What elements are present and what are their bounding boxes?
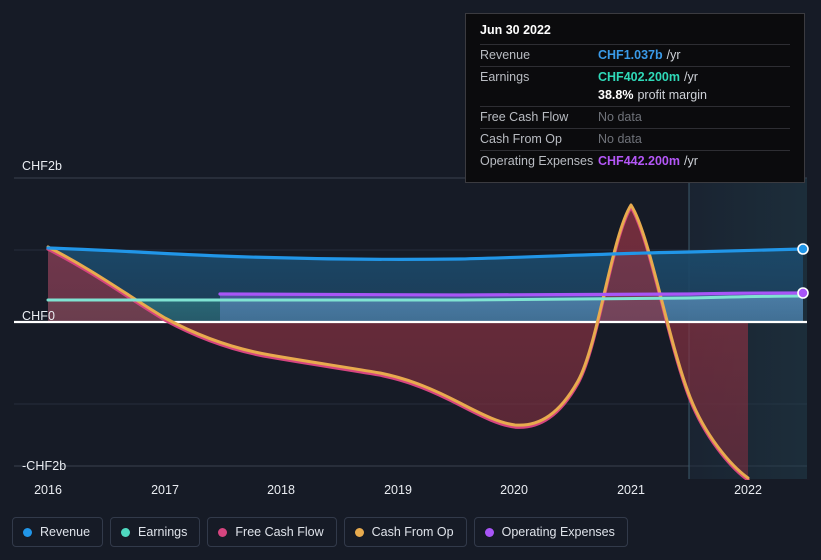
tooltip-label-free-cash-flow: Free Cash Flow	[480, 110, 569, 124]
tooltip-value-earnings: CHF402.200m	[598, 70, 680, 84]
legend-item-earnings[interactable]: Earnings	[110, 517, 201, 547]
x-axis-label-2021: 2021	[617, 483, 645, 497]
x-axis-label-2020: 2020	[500, 483, 528, 497]
x-axis-label-2019: 2019	[384, 483, 412, 497]
tooltip-label-earnings: Earnings	[480, 70, 530, 84]
legend-dot-cash-from-op-icon	[354, 527, 364, 537]
legend-item-operating-expenses[interactable]: Operating Expenses	[473, 517, 628, 547]
legend-item-free-cash-flow[interactable]: Free Cash Flow	[207, 517, 337, 547]
tooltip-row-cash-from-op: Cash From Op No data	[480, 128, 790, 150]
legend-label-revenue: Revenue	[40, 525, 91, 539]
operating-expenses-endpoint-marker[interactable]	[797, 287, 809, 299]
tooltip-unit-earnings: /yr	[684, 70, 698, 84]
legend-dot-operating-expenses-icon	[484, 527, 494, 537]
tooltip-row-profit-margin: 38.8% profit margin	[480, 88, 790, 106]
x-axis-label-2022: 2022	[734, 483, 762, 497]
tooltip-label-cash-from-op: Cash From Op	[480, 132, 562, 146]
legend-item-cash-from-op[interactable]: Cash From Op	[343, 517, 467, 547]
legend-item-revenue[interactable]: Revenue	[12, 517, 104, 547]
tooltip-value-profit-margin: 38.8%	[598, 88, 634, 102]
legend-dot-earnings-icon	[121, 527, 131, 537]
x-axis-label-2017: 2017	[151, 483, 179, 497]
tooltip-label-revenue: Revenue	[480, 48, 531, 62]
chart-legend: Revenue Earnings Free Cash Flow Cash Fro…	[12, 517, 628, 547]
x-axis-label-2016: 2016	[34, 483, 62, 497]
x-axis-label-2018: 2018	[267, 483, 295, 497]
tooltip-unit-revenue: /yr	[666, 48, 681, 62]
y-axis-label-top: CHF2b	[22, 159, 63, 173]
revenue-endpoint-marker[interactable]	[797, 243, 809, 255]
tooltip-value-cash-from-op: No data	[598, 132, 642, 146]
tooltip-unit-operating-expenses: /yr	[684, 154, 698, 168]
tooltip-value-revenue: CHF1.037b	[598, 48, 663, 62]
free-cash-flow-area	[48, 206, 748, 479]
legend-dot-free-cash-flow-icon	[218, 527, 228, 537]
tooltip-date: Jun 30 2022	[480, 23, 551, 37]
tooltip-row-revenue: Revenue CHF1.037b /yr	[480, 44, 790, 66]
operating-expenses-line	[218, 291, 805, 297]
legend-label-cash-from-op: Cash From Op	[371, 525, 454, 539]
chart-plot-area[interactable]	[0, 176, 821, 480]
financial-chart: CHF2b CHF0 -CHF2b 2016 2017 2018 2019 20…	[0, 0, 821, 560]
x-axis: 2016 2017 2018 2019 2020 2021 2022	[0, 483, 821, 501]
tooltip-value-operating-expenses: CHF442.200m	[598, 154, 680, 168]
chart-tooltip: Jun 30 2022 Revenue CHF1.037b /yr Earnin…	[465, 13, 805, 183]
tooltip-row-free-cash-flow: Free Cash Flow No data	[480, 106, 790, 128]
chart-svg	[14, 177, 809, 480]
tooltip-row-earnings: Earnings CHF402.200m /yr	[480, 66, 790, 88]
tooltip-row-operating-expenses: Operating Expenses CHF442.200m /yr	[480, 150, 790, 172]
legend-label-free-cash-flow: Free Cash Flow	[235, 525, 324, 539]
legend-label-earnings: Earnings	[138, 525, 188, 539]
legend-dot-revenue-icon	[23, 527, 32, 537]
tooltip-value-free-cash-flow: No data	[598, 110, 642, 124]
legend-label-operating-expenses: Operating Expenses	[501, 525, 615, 539]
tooltip-label-operating-expenses: Operating Expenses	[480, 154, 594, 168]
y-axis-label-zero: CHF0	[22, 309, 56, 323]
tooltip-label-profit-margin: profit margin	[637, 88, 707, 102]
y-axis-label-bottom: -CHF2b	[22, 459, 67, 473]
